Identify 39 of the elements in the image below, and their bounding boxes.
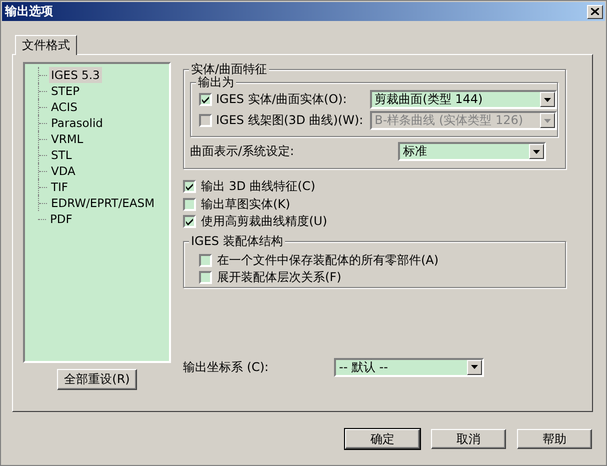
checkbox-label: IGES 线架图(3D 曲线)(W):: [216, 112, 364, 129]
tree-item[interactable]: TIF: [49, 179, 70, 195]
field-label: 曲面表示/系统设定:: [190, 143, 294, 160]
checkbox[interactable]: [199, 254, 212, 267]
tree-item[interactable]: ACIS: [49, 99, 80, 115]
tree-item[interactable]: IGES 5.3: [49, 67, 102, 83]
tree-item[interactable]: STEP: [49, 83, 82, 99]
checkbox-label: 在一个文件中保存装配体的所有零部件(A): [217, 252, 439, 269]
dialog-button[interactable]: 取消: [431, 429, 506, 449]
checkbox-label: 输出草图实体(K): [201, 196, 290, 213]
close-icon: [591, 8, 599, 15]
tree-item[interactable]: VDA: [49, 163, 78, 179]
checkbox[interactable]: [199, 271, 212, 284]
tree-item[interactable]: VRML: [49, 131, 86, 147]
group-title: 输出为: [196, 75, 236, 89]
checkbox-label: 展开装配体层次关系(F): [217, 269, 342, 286]
checkbox[interactable]: [199, 93, 212, 106]
tree-item[interactable]: EDRW/EPRT/EASM: [49, 195, 156, 211]
checkbox[interactable]: [183, 198, 196, 211]
dropdown[interactable]: 剪裁曲面(类型 144): [370, 90, 557, 109]
tree-item[interactable]: STL: [49, 147, 74, 163]
group-title: 实体/曲面特征: [189, 62, 270, 76]
checkbox-label: IGES 实体/曲面实体(O):: [216, 91, 348, 108]
tree-item[interactable]: Parasolid: [49, 115, 105, 131]
group-title: IGES 装配体结构: [189, 234, 285, 248]
checkbox[interactable]: [183, 215, 196, 228]
tree-item[interactable]: PDF: [48, 211, 74, 227]
dropdown[interactable]: -- 默认 --: [334, 358, 484, 376]
reset-all-button[interactable]: 全部重设(R): [57, 369, 137, 390]
dropdown[interactable]: 标准: [398, 142, 546, 161]
dialog-button[interactable]: 确定: [345, 429, 420, 449]
checkbox-label: 输出 3D 曲线特征(C): [201, 178, 316, 196]
field-label: 输出坐标系 (C):: [183, 358, 270, 376]
checkbox[interactable]: [183, 180, 196, 194]
checkbox-label: 使用高剪裁曲线精度(U): [201, 213, 328, 230]
dialog-button[interactable]: 帮助: [517, 429, 592, 449]
window-title: 输出选项: [5, 3, 53, 20]
tab[interactable]: 文件格式: [15, 35, 77, 55]
close-button[interactable]: [587, 4, 603, 18]
